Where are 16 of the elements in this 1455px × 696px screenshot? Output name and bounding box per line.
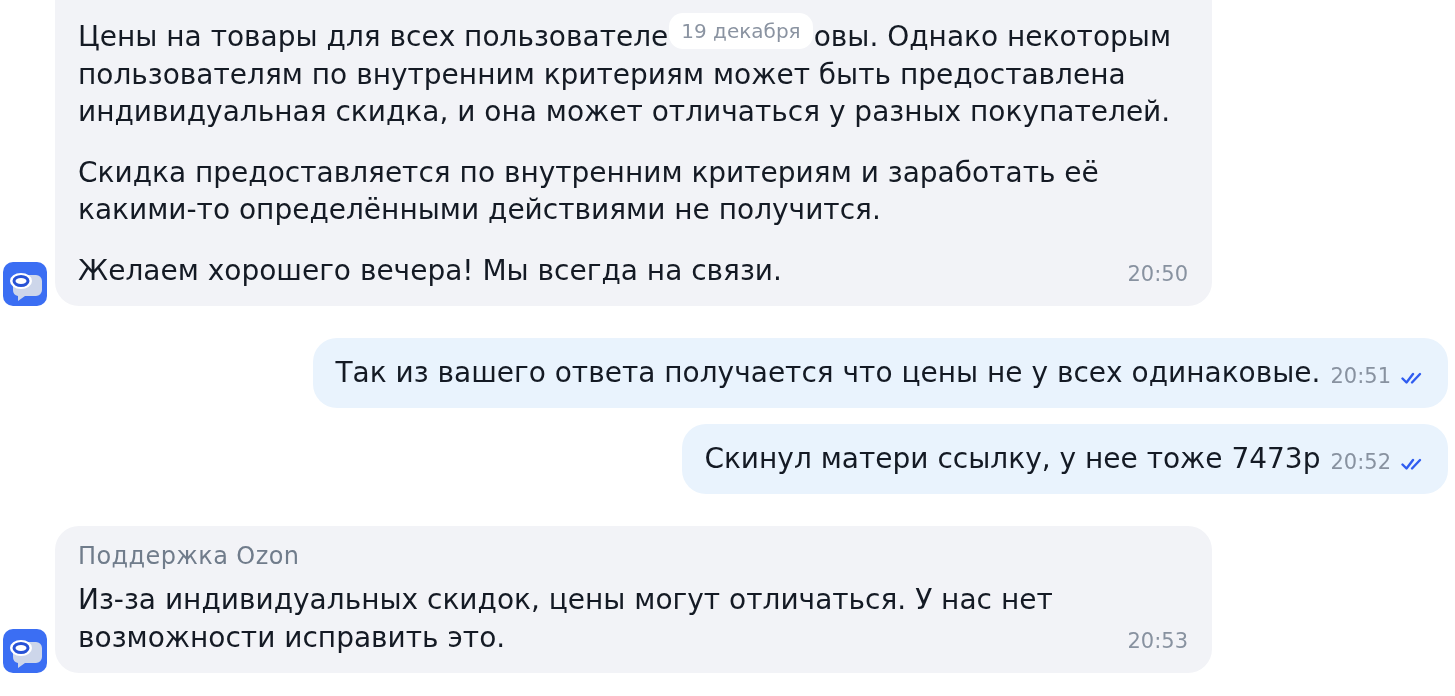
message-text: пользователям по внутренним критериям может быть предоставлена индивидуальная скидка, и она может отличаться у разных покупателей. xyxy=(78,56,1172,130)
message-time: 20:50 xyxy=(1127,264,1188,285)
message-text: Скинул матери ссылку, у нее тоже 7473р xyxy=(704,441,1321,477)
message-text: Из-за индивидуальных скидок, цены могут отличаться. У нас нет возможности исправить это. xyxy=(78,582,1054,656)
message-time: 20:52 xyxy=(1330,452,1391,473)
message-text: Так из вашего ответа получается что цены не у всех одинаковые. xyxy=(335,355,1321,391)
message-text: овы. Однако некоторым xyxy=(813,19,1171,55)
chat-bubble-icon xyxy=(3,262,47,306)
message-text: Желаем хорошего вечера! Мы всегда на связи. xyxy=(78,252,783,289)
message-text: Цены на товары для всех пользователе xyxy=(78,19,669,55)
date-badge: 19 декабря xyxy=(669,12,813,49)
message-text: Скидка предоставляется по внутренним критериям и заработать её какими-то определёнными действиями не получится. xyxy=(78,154,1100,228)
message-time: 20:53 xyxy=(1127,631,1188,652)
sender-name: Поддержка Ozon xyxy=(78,541,301,571)
message-time: 20:51 xyxy=(1330,366,1391,387)
chat-bubble-icon xyxy=(3,629,47,673)
